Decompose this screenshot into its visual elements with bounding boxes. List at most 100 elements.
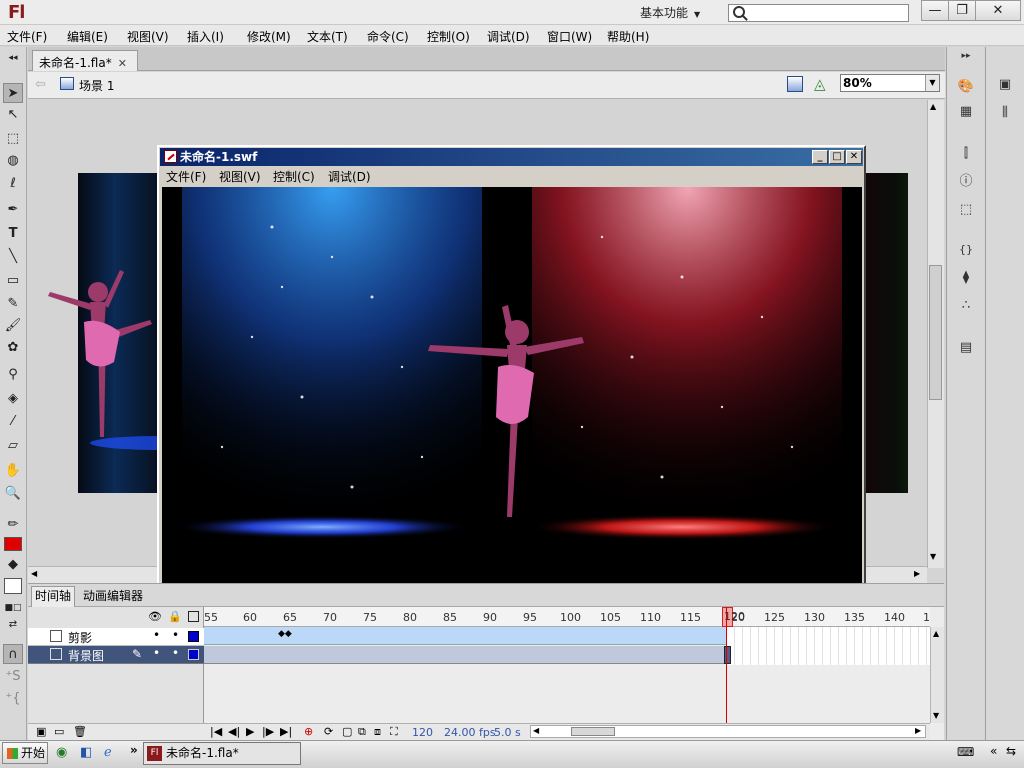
bone-tool-icon[interactable]: ⚲: [3, 365, 23, 385]
stage-vertical-scrollbar[interactable]: ▲ ▼: [927, 100, 944, 568]
swf-menu-file[interactable]: 文件(F): [166, 168, 206, 185]
menu-modify[interactable]: 修改(M): [247, 28, 291, 45]
free-transform-tool-icon[interactable]: ⬚: [3, 129, 23, 149]
hand-tool-icon[interactable]: ✋: [3, 461, 23, 481]
menu-file[interactable]: 文件(F): [7, 28, 47, 45]
frame-ruler[interactable]: 55 60 65 70 75 80 85 90 95 100 105 110 1…: [204, 607, 930, 627]
swf-close-button[interactable]: ✕: [846, 150, 862, 164]
next-frame-icon[interactable]: |▶: [262, 725, 274, 738]
help-search-input[interactable]: [728, 4, 909, 22]
pen-tool-icon[interactable]: ✒: [3, 200, 23, 220]
swf-maximize-button[interactable]: □: [829, 150, 845, 164]
swf-minimize-button[interactable]: _: [812, 150, 828, 164]
network-icon[interactable]: ⇆: [1006, 744, 1016, 758]
menu-help[interactable]: 帮助(H): [607, 28, 649, 45]
panel-collapse-icon[interactable]: ◂◂: [3, 48, 23, 68]
scroll-left-icon[interactable]: ◀: [533, 726, 539, 735]
scroll-right-icon[interactable]: ▶: [914, 569, 920, 578]
motion-presets-icon[interactable]: ∴: [956, 297, 976, 315]
expand-panels-icon[interactable]: ▸▸: [956, 47, 976, 65]
outline-icon[interactable]: [188, 611, 199, 622]
eyedropper-tool-icon[interactable]: ⁄: [3, 412, 23, 432]
swf-menu-control[interactable]: 控制(C): [273, 168, 315, 185]
chevron-down-icon[interactable]: ▼: [925, 75, 939, 91]
edit-symbols-icon[interactable]: ◬: [814, 75, 826, 93]
subselection-tool-icon[interactable]: ↖: [3, 105, 23, 125]
menu-text[interactable]: 文本(T): [307, 28, 348, 45]
new-layer-icon[interactable]: ▣: [36, 725, 46, 738]
onion-skin-icon[interactable]: ▢: [342, 725, 352, 738]
library-panel-icon[interactable]: ⫼: [995, 104, 1015, 122]
start-button[interactable]: 开始: [2, 742, 48, 764]
swf-menu-debug[interactable]: 调试(D): [328, 168, 371, 185]
play-icon[interactable]: ▶: [246, 725, 254, 738]
components-panel-icon[interactable]: ⧫: [956, 269, 976, 287]
layer-outline-color[interactable]: [188, 649, 199, 660]
straighten-icon[interactable]: ⁺{: [3, 689, 23, 709]
menu-view[interactable]: 视图(V): [127, 28, 169, 45]
center-frame-icon[interactable]: ⊕: [304, 725, 313, 738]
swatches-panel-icon[interactable]: ▦: [956, 103, 976, 121]
rectangle-tool-icon[interactable]: ▭: [3, 271, 23, 291]
lasso-tool-icon[interactable]: ℓ: [3, 174, 23, 194]
text-tool-icon[interactable]: T: [3, 224, 23, 244]
smooth-icon[interactable]: ⁺S: [3, 667, 23, 687]
scroll-down-icon[interactable]: ▼: [933, 711, 939, 720]
visibility-dot[interactable]: •: [153, 628, 160, 642]
eye-icon[interactable]: 👁: [148, 610, 162, 623]
modify-markers-icon[interactable]: ⛶: [390, 725, 398, 739]
layer-name[interactable]: 背景图: [68, 647, 104, 664]
tab-timeline[interactable]: 时间轴: [31, 586, 76, 607]
eraser-tool-icon[interactable]: ▱: [3, 436, 23, 456]
lock-icon[interactable]: 🔒: [168, 610, 182, 623]
scroll-up-icon[interactable]: ▲: [933, 629, 939, 638]
scroll-down-icon[interactable]: ▼: [930, 552, 936, 561]
lock-dot[interactable]: •: [172, 646, 179, 660]
close-button[interactable]: ✕: [975, 0, 1021, 21]
line-tool-icon[interactable]: ╲: [3, 247, 23, 267]
layer-outline-color[interactable]: [188, 631, 199, 642]
swf-menu-view[interactable]: 视图(V): [219, 168, 261, 185]
transform-panel-icon[interactable]: ⬚: [956, 201, 976, 219]
info-panel-icon[interactable]: ⓘ: [956, 173, 976, 191]
no-color-swatch[interactable]: [4, 578, 22, 594]
zoom-select[interactable]: 80% ▼: [840, 74, 940, 92]
scroll-right-icon[interactable]: ▶: [915, 726, 921, 735]
first-frame-icon[interactable]: |◀: [210, 725, 222, 738]
color-panel-icon[interactable]: 🎨: [956, 78, 976, 96]
internet-explorer-icon[interactable]: ℯ: [104, 745, 112, 760]
menu-debug[interactable]: 调试(D): [487, 28, 530, 45]
minimize-button[interactable]: —: [921, 0, 949, 21]
pencil-tool-icon[interactable]: ✎: [3, 294, 23, 314]
frame-grid[interactable]: ◆◆: [204, 627, 930, 665]
empty-frames[interactable]: [727, 627, 930, 665]
align-panel-icon[interactable]: ⫿: [956, 145, 976, 163]
vertical-scroll-thumb[interactable]: [929, 265, 942, 400]
scroll-left-icon[interactable]: ◀: [31, 569, 37, 578]
edit-multiple-icon[interactable]: ⧈: [374, 725, 381, 739]
selection-tool-icon[interactable]: ➤: [3, 83, 23, 103]
paint-bucket-tool-icon[interactable]: ◈: [3, 389, 23, 409]
last-frame-icon[interactable]: ▶|: [280, 725, 292, 738]
maximize-button[interactable]: ❐: [948, 0, 976, 21]
keyboard-icon[interactable]: ⌨: [957, 745, 974, 759]
scroll-up-icon[interactable]: ▲: [930, 102, 936, 111]
lock-dot[interactable]: •: [172, 628, 179, 642]
current-frame-readout[interactable]: 120: [412, 726, 433, 739]
more-quicklaunch-icon[interactable]: »: [130, 743, 138, 757]
properties-panel-icon[interactable]: ▣: [995, 76, 1015, 94]
show-desktop-icon[interactable]: ◧: [80, 745, 92, 760]
menu-insert[interactable]: 插入(I): [187, 28, 224, 45]
horizontal-scroll-thumb[interactable]: [571, 727, 615, 736]
taskbar-flash-item[interactable]: Fl 未命名-1.fla*: [143, 742, 301, 765]
tab-motion-editor[interactable]: 动画编辑器: [80, 587, 146, 604]
menu-edit[interactable]: 编辑(E): [67, 28, 108, 45]
delete-layer-icon[interactable]: 🗑: [73, 725, 87, 738]
timeline-horizontal-scrollbar[interactable]: ◀ ▶: [530, 725, 926, 738]
menu-commands[interactable]: 命令(C): [367, 28, 409, 45]
prev-frame-icon[interactable]: ◀|: [228, 725, 240, 738]
project-panel-icon[interactable]: ▤: [956, 339, 976, 357]
layer-row-selected[interactable]: 背景图 ✎ • •: [28, 646, 204, 664]
brush-tool-icon[interactable]: 🖌: [3, 316, 23, 336]
timeline-vertical-scrollbar[interactable]: ▲ ▼: [930, 627, 944, 723]
